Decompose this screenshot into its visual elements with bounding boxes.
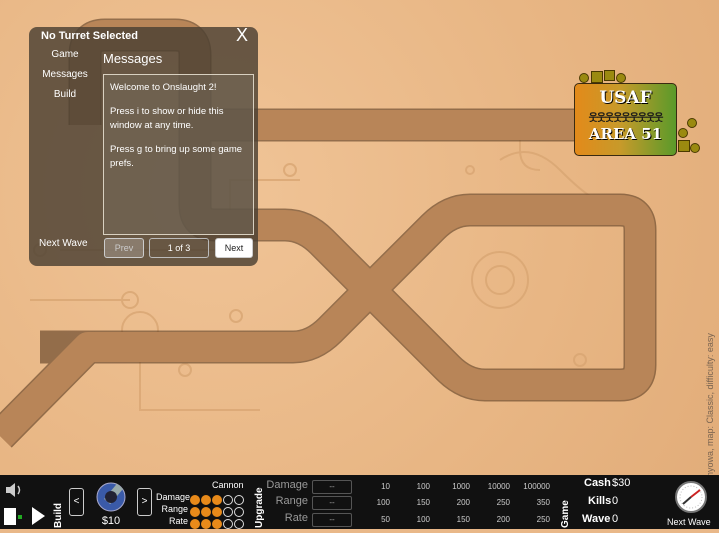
- level-dot: [212, 518, 222, 529]
- kills-label: Kills: [588, 495, 612, 507]
- info-panel: No Turret Selected X Game Messages Build…: [29, 25, 258, 266]
- next-button[interactable]: Next: [215, 238, 253, 258]
- close-button[interactable]: X: [236, 25, 248, 46]
- usaf-area51-base: USAF 웃웃웃웃웃웃웃웃웃 AREA 51: [574, 83, 677, 156]
- timer-clock-icon[interactable]: [674, 480, 708, 514]
- prev-button[interactable]: Prev: [104, 238, 144, 258]
- map-info-text: 2235-nyowa, map: Classic, difficulty: ea…: [705, 333, 715, 475]
- level-dot: [234, 518, 244, 529]
- build-label: Build: [53, 503, 64, 528]
- play-icon[interactable]: [30, 506, 46, 526]
- upgrade-value-cell: 150: [456, 515, 470, 524]
- cash-label: Cash: [584, 477, 611, 489]
- messages-title: Messages: [103, 51, 163, 66]
- base-block: [687, 118, 697, 128]
- upgrade-range-label: Range: [275, 495, 308, 507]
- upgrade-value-cell: 50: [381, 515, 390, 524]
- sound-icon[interactable]: [4, 481, 24, 499]
- prev-turret-button[interactable]: <: [69, 488, 84, 516]
- cannon-turret-icon[interactable]: [93, 481, 129, 513]
- base-block: [616, 73, 626, 83]
- base-block: [579, 73, 589, 83]
- nav-build[interactable]: Build: [35, 89, 95, 100]
- wave-value: 0: [612, 513, 619, 525]
- panel-next-wave[interactable]: Next Wave: [39, 238, 88, 249]
- toolbar: Build < $10 > Cannon Damage Range Rate U…: [0, 475, 719, 529]
- base-block: [678, 128, 688, 138]
- upgrade-damage-label: Damage: [266, 479, 308, 491]
- base-subtitle: AREA 51: [588, 125, 663, 143]
- upgrade-range-button[interactable]: --: [312, 496, 352, 510]
- upgrade-value-cell: 100000: [523, 482, 550, 491]
- panel-title: No Turret Selected: [41, 30, 138, 42]
- upgrade-value-cell: 100: [376, 498, 390, 507]
- upgrade-value-cell: 10: [381, 482, 390, 491]
- stop-icon[interactable]: [4, 508, 16, 525]
- upgrade-value-cell: 150: [416, 498, 430, 507]
- turret-name: Cannon: [212, 480, 244, 490]
- game-field[interactable]: USAF 웃웃웃웃웃웃웃웃웃 AREA 51 2235-nyowa, map: …: [0, 0, 719, 475]
- level-dot: [190, 518, 200, 529]
- turret-price: $10: [101, 515, 121, 527]
- upgrade-value-cell: 1000: [452, 482, 470, 491]
- upgrade-value-cell: 10000: [487, 482, 510, 491]
- stat-label-range: Range: [161, 504, 188, 514]
- upgrade-rate-label: Rate: [284, 512, 308, 524]
- base-title: USAF: [599, 88, 652, 108]
- message-line: Welcome to Onslaught 2!: [110, 82, 217, 93]
- upgrade-value-cell: 250: [496, 498, 510, 507]
- cash-value: $30: [612, 477, 631, 489]
- upgrade-rate-button[interactable]: --: [312, 513, 352, 527]
- nav-game[interactable]: Game: [35, 49, 95, 60]
- upgrade-value-cell: 200: [496, 515, 510, 524]
- game-label: Game: [560, 500, 571, 528]
- stat-label-rate: Rate: [168, 516, 188, 526]
- message-line: Press g to bring up some game prefs.: [110, 144, 243, 169]
- rate-level-dots: [190, 515, 245, 533]
- upgrade-value-cell: 200: [456, 498, 470, 507]
- next-turret-button[interactable]: >: [137, 488, 152, 516]
- base-block: [690, 143, 700, 153]
- base-block: [591, 71, 603, 83]
- upgrade-value-cell: 250: [536, 515, 550, 524]
- status-dot-icon: [18, 515, 22, 519]
- base-block: [678, 140, 690, 152]
- upgrade-value-cell: 350: [536, 498, 550, 507]
- next-wave-button[interactable]: Next Wave: [667, 517, 711, 527]
- level-dot: [201, 518, 211, 529]
- upgrade-value-cell: 100: [416, 482, 430, 491]
- wave-label: Wave: [582, 513, 611, 525]
- messages-box: Welcome to Onslaught 2! Press i to show …: [103, 74, 254, 235]
- stat-label-damage: Damage: [156, 492, 191, 502]
- page-indicator: 1 of 3: [149, 238, 209, 258]
- nav-messages[interactable]: Messages: [35, 69, 95, 80]
- kills-value: 0: [612, 495, 619, 507]
- upgrade-damage-button[interactable]: --: [312, 480, 352, 494]
- base-block: [604, 70, 615, 81]
- upgrade-value-cell: 100: [416, 515, 430, 524]
- base-people: 웃웃웃웃웃웃웃웃웃: [588, 113, 664, 124]
- message-line: Press i to show or hide this window at a…: [110, 106, 224, 131]
- level-dot: [223, 518, 233, 529]
